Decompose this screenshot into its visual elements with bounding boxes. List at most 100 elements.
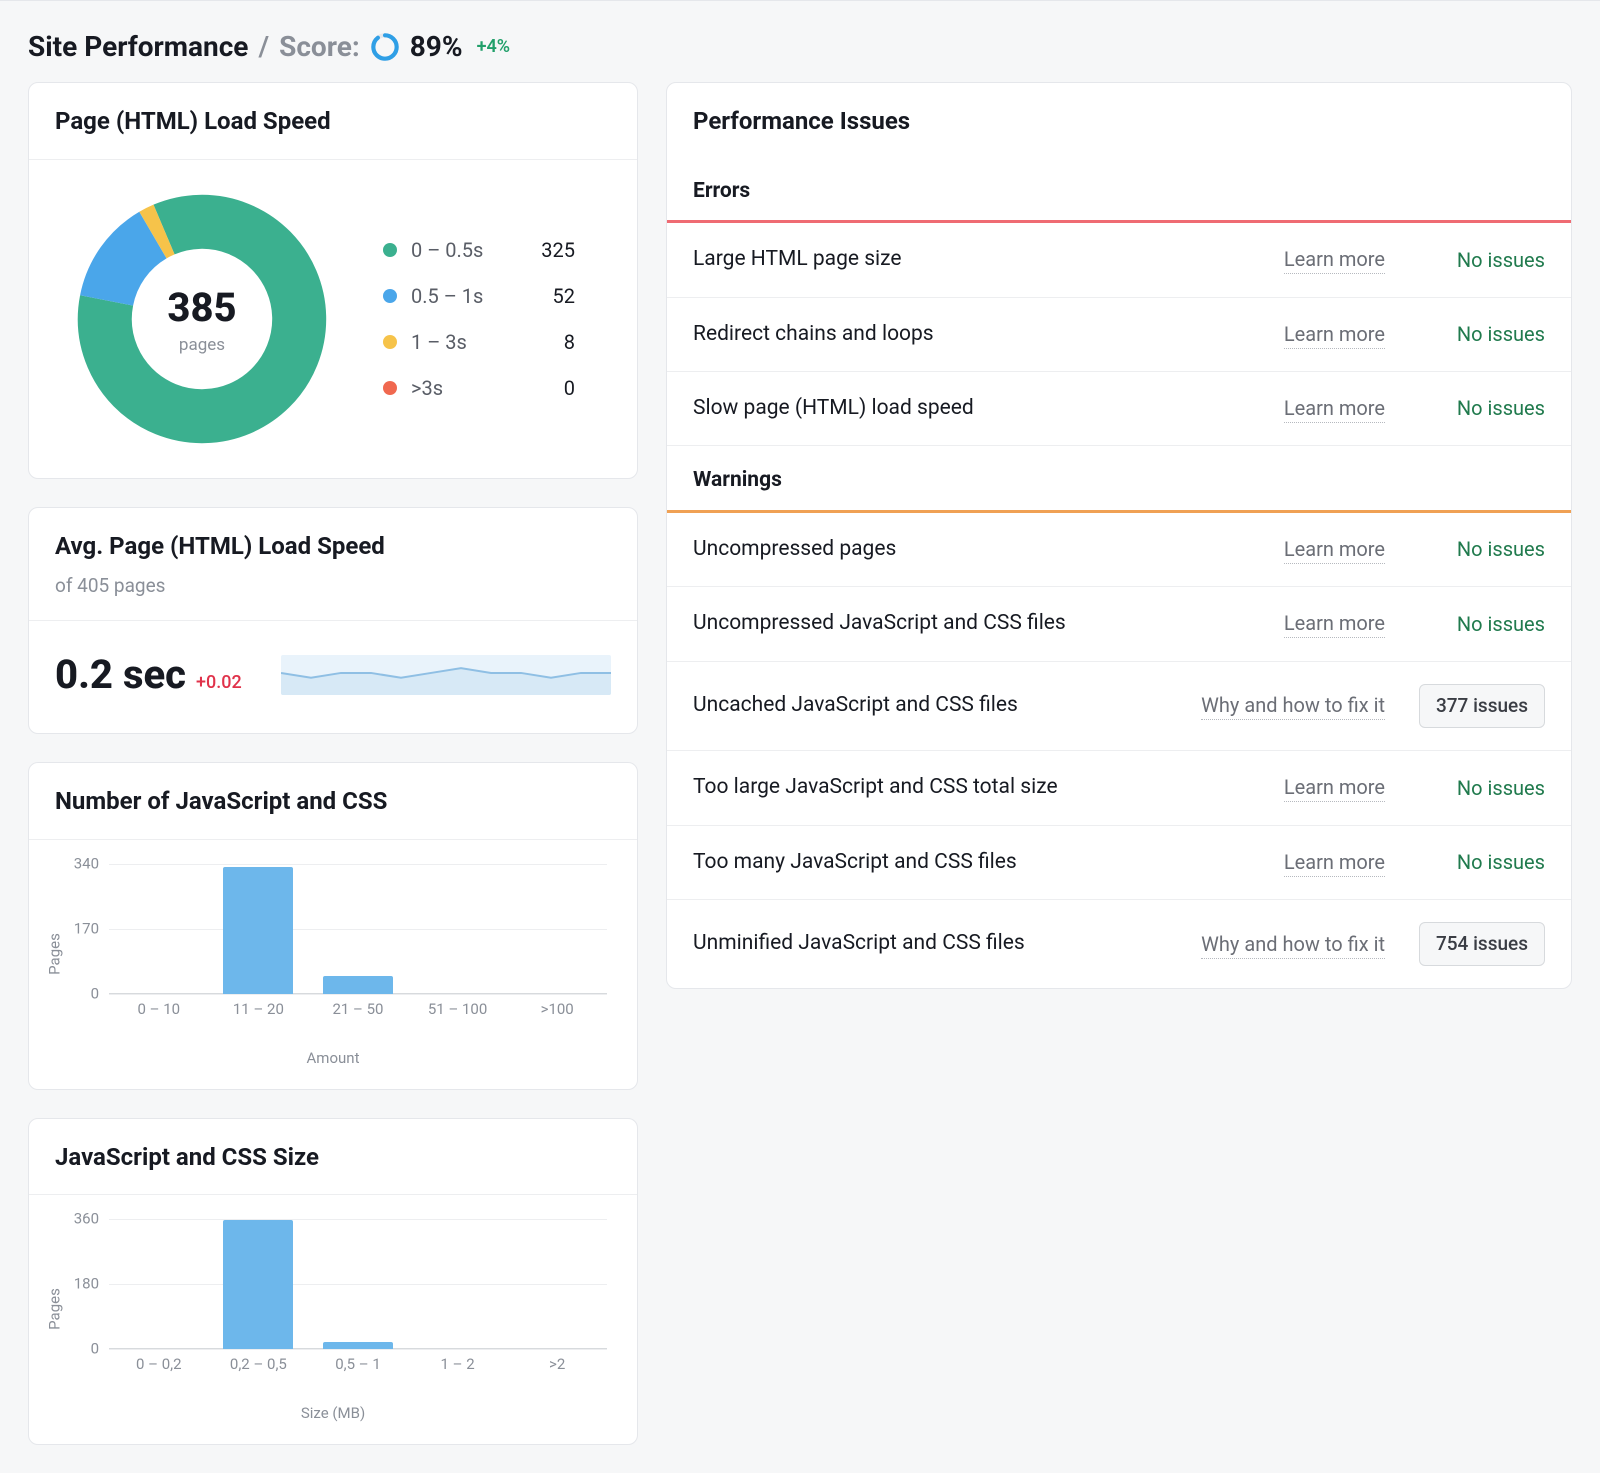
issue-learn-more-link[interactable]: Learn more	[1284, 245, 1385, 274]
issue-status-ok: No issues	[1457, 776, 1545, 800]
issue-count-pill[interactable]: 754 issues	[1419, 922, 1545, 967]
issue-row: Redirect chains and loops Learn more No is…	[667, 298, 1571, 372]
legend-label: 1 – 3s	[411, 328, 511, 356]
card-title: JavaScript and CSS Size	[55, 1141, 611, 1175]
page-header: Site Performance / Score: 89% +4%	[28, 21, 1572, 82]
x-tick: 51 – 100	[408, 999, 508, 1020]
issue-name: Slow page (HTML) load speed	[693, 394, 1264, 423]
donut-chart: 385 pages	[67, 184, 337, 454]
issue-status-ok: No issues	[1457, 396, 1545, 420]
bar	[323, 1342, 393, 1349]
card-title: Number of JavaScript and CSS	[55, 785, 611, 819]
issue-learn-more-link[interactable]: Why and how to fix it	[1201, 691, 1385, 720]
issue-learn-more-link[interactable]: Why and how to fix it	[1201, 930, 1385, 959]
x-tick: >100	[507, 999, 607, 1020]
page-title: Site Performance	[28, 27, 248, 66]
y-tick: 180	[74, 1274, 99, 1295]
legend-label: >3s	[411, 374, 511, 402]
donut-legend: 0 – 0.5s 325 0.5 – 1s 52 1 – 3s 8 >3s 0	[383, 236, 575, 402]
legend-dot-icon	[383, 381, 397, 395]
card-performance-issues: Performance Issues ErrorsLarge HTML page…	[666, 82, 1572, 989]
legend-label: 0 – 0.5s	[411, 236, 511, 264]
issue-group-title: Errors	[667, 157, 1571, 220]
legend-dot-icon	[383, 289, 397, 303]
legend-row: 0 – 0.5s 325	[383, 236, 575, 264]
issue-learn-more-link[interactable]: Learn more	[1284, 394, 1385, 423]
avg-speed-delta: +0.02	[196, 670, 242, 695]
x-axis-label: Amount	[49, 1048, 617, 1069]
score-gauge-icon	[370, 32, 400, 62]
issue-name: Large HTML page size	[693, 245, 1264, 274]
card-subtitle: of 405 pages	[55, 573, 611, 600]
y-tick: 170	[74, 918, 99, 939]
issue-status-ok: No issues	[1457, 850, 1545, 874]
issue-count-pill[interactable]: 377 issues	[1419, 684, 1545, 729]
y-axis-label: Pages	[45, 933, 66, 975]
score-label: Score:	[279, 27, 360, 66]
x-tick: 21 – 50	[308, 999, 408, 1020]
x-tick: 0 – 0,2	[109, 1354, 209, 1375]
issue-learn-more-link[interactable]: Learn more	[1284, 848, 1385, 877]
y-tick: 340	[74, 853, 99, 874]
score-delta: +4%	[477, 34, 510, 59]
donut-total: 385	[167, 280, 236, 336]
issue-name: Uncompressed JavaScript and CSS files	[693, 609, 1264, 638]
donut-unit: pages	[179, 334, 225, 358]
issue-row: Uncompressed pages Learn more No issues	[667, 513, 1571, 587]
card-avg-load-speed: Avg. Page (HTML) Load Speed of 405 pages…	[28, 507, 638, 734]
legend-row: >3s 0	[383, 374, 575, 402]
legend-value: 52	[525, 282, 575, 310]
card-js-css-size: JavaScript and CSS Size Pages 0 180 360 0 –…	[28, 1118, 638, 1446]
legend-row: 0.5 – 1s 52	[383, 282, 575, 310]
card-page-load-speed: Page (HTML) Load Speed 385 pages 0 – 0.5…	[28, 82, 638, 479]
issue-learn-more-link[interactable]: Learn more	[1284, 609, 1385, 638]
legend-dot-icon	[383, 335, 397, 349]
issue-status-ok: No issues	[1457, 248, 1545, 272]
x-tick: 1 – 2	[408, 1354, 508, 1375]
card-title: Avg. Page (HTML) Load Speed	[55, 530, 611, 564]
bar	[223, 867, 293, 994]
legend-label: 0.5 – 1s	[411, 282, 511, 310]
bar	[323, 976, 393, 993]
issue-row: Slow page (HTML) load speed Learn more No …	[667, 372, 1571, 446]
x-tick: 0,5 – 1	[308, 1354, 408, 1375]
issue-row: Uncompressed JavaScript and CSS files Lea…	[667, 587, 1571, 661]
issue-name: Uncompressed pages	[693, 535, 1264, 564]
avg-speed-sparkline	[281, 655, 611, 695]
issue-row: Too many JavaScript and CSS files Learn m…	[667, 826, 1571, 900]
avg-speed-value: 0.2 sec	[55, 647, 186, 703]
legend-value: 8	[525, 328, 575, 356]
legend-value: 0	[525, 374, 575, 402]
issue-name: Uncached JavaScript and CSS files	[693, 691, 1181, 720]
issue-group-title: Warnings	[667, 446, 1571, 509]
issue-row: Unminified JavaScript and CSS files Why a…	[667, 900, 1571, 989]
bar-chart-count: Pages 01703400 – 1011 – 2021 – 5051 – 10…	[109, 864, 607, 1044]
issue-name: Redirect chains and loops	[693, 320, 1264, 349]
y-tick: 0	[91, 983, 99, 1004]
issue-name: Too many JavaScript and CSS files	[693, 848, 1264, 877]
issue-learn-more-link[interactable]: Learn more	[1284, 320, 1385, 349]
x-tick: >2	[507, 1354, 607, 1375]
x-tick: 0,2 – 0,5	[209, 1354, 309, 1375]
x-tick: 0 – 10	[109, 999, 209, 1020]
issue-learn-more-link[interactable]: Learn more	[1284, 535, 1385, 564]
card-title: Page (HTML) Load Speed	[55, 105, 611, 139]
issue-status-ok: No issues	[1457, 322, 1545, 346]
y-axis-label: Pages	[45, 1288, 66, 1330]
issue-name: Too large JavaScript and CSS total size	[693, 773, 1264, 802]
y-tick: 0	[91, 1339, 99, 1360]
legend-dot-icon	[383, 243, 397, 257]
issue-name: Unminified JavaScript and CSS files	[693, 929, 1181, 958]
issue-status-ok: No issues	[1457, 537, 1545, 561]
score-percent: 89%	[410, 27, 463, 66]
issues-panel-title: Performance Issues	[667, 83, 1571, 157]
issue-learn-more-link[interactable]: Learn more	[1284, 773, 1385, 802]
separator: /	[258, 27, 269, 66]
y-tick: 360	[74, 1209, 99, 1230]
bar	[223, 1220, 293, 1349]
legend-value: 325	[525, 236, 575, 264]
issue-row: Uncached JavaScript and CSS files Why and…	[667, 662, 1571, 752]
legend-row: 1 – 3s 8	[383, 328, 575, 356]
issue-status-ok: No issues	[1457, 612, 1545, 636]
issue-row: Large HTML page size Learn more No issues	[667, 223, 1571, 297]
